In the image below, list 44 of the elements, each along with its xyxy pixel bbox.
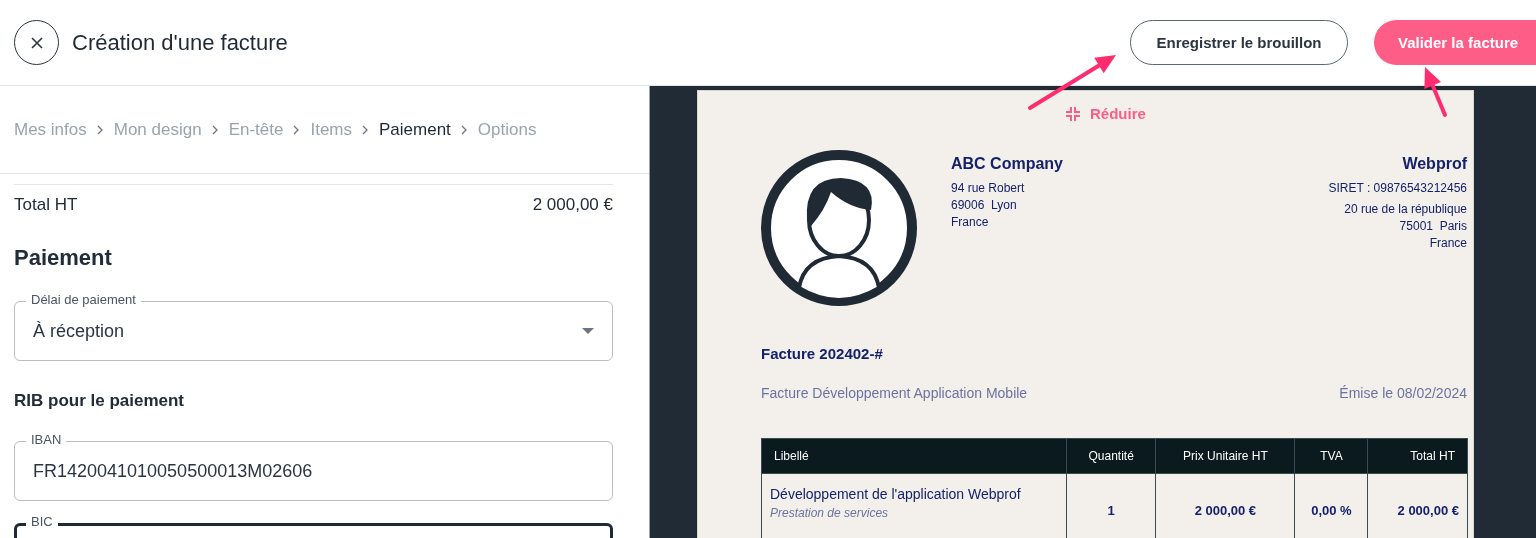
item-note: Prestation de services: [770, 506, 890, 520]
section-title: Paiement: [14, 245, 113, 272]
chevron-right-icon: [362, 124, 369, 135]
chevron-right-icon: [211, 124, 219, 135]
address-line: France: [1428, 235, 1467, 252]
address-line: France: [951, 214, 990, 231]
company-name: ABC Company: [951, 154, 1063, 174]
collapse-link[interactable]: Réduire: [1066, 105, 1146, 122]
address-line: 75001 Paris: [1398, 218, 1467, 235]
breadcrumb-item[interactable]: Options: [477, 119, 537, 140]
close-button[interactable]: [14, 20, 59, 65]
close-icon: [30, 36, 43, 49]
siret-number: SIRET : 09876543212456: [1328, 180, 1467, 197]
invoice-number: Facture 202402-#: [761, 345, 884, 362]
subsection-title: RIB pour le paiement: [14, 391, 186, 411]
column-header: TVA: [1295, 438, 1368, 474]
dropdown-caret-icon: [582, 328, 594, 334]
total-label: Total HT: [14, 195, 78, 216]
collapse-icon: [1066, 106, 1080, 121]
client-name: Webprof: [1401, 154, 1467, 174]
address-line: 94 rue Robert: [951, 180, 1026, 197]
invoice-description: Facture Développement Application Mobile: [761, 385, 1028, 401]
chevron-right-icon: [460, 124, 468, 135]
column-header: Libellé: [761, 438, 1067, 474]
breadcrumb-item[interactable]: Items: [310, 119, 352, 140]
breadcrumb-item[interactable]: Mes infos: [14, 119, 87, 140]
address-line: 20 rue de la république: [1343, 201, 1467, 218]
field-label: Délai de paiement: [26, 292, 141, 308]
breadcrumb-item[interactable]: Mon design: [113, 119, 202, 140]
chevron-right-icon: [293, 124, 301, 135]
item-label: Développement de l'application Webprof: [770, 486, 1022, 502]
validate-button[interactable]: Valider la facture: [1374, 20, 1536, 65]
annotation-arrow: [1424, 67, 1447, 117]
address-line: 69006 Lyon: [951, 197, 1018, 214]
column-header: Quantité: [1066, 438, 1156, 474]
save-draft-button[interactable]: Enregistrer le brouillon: [1130, 20, 1348, 65]
issue-date: Émise le 08/02/2024: [1339, 385, 1467, 401]
column-header: Prix Unitaire HT: [1155, 438, 1295, 474]
column-header: Total HT: [1367, 438, 1468, 474]
page-title: Création d'une facture: [72, 29, 288, 56]
total-value: 2 000,00 €: [532, 195, 613, 216]
chevron-right-icon: [96, 124, 104, 135]
breadcrumb-item[interactable]: En-tête: [228, 119, 284, 140]
breadcrumb-item[interactable]: Paiement: [379, 119, 451, 140]
